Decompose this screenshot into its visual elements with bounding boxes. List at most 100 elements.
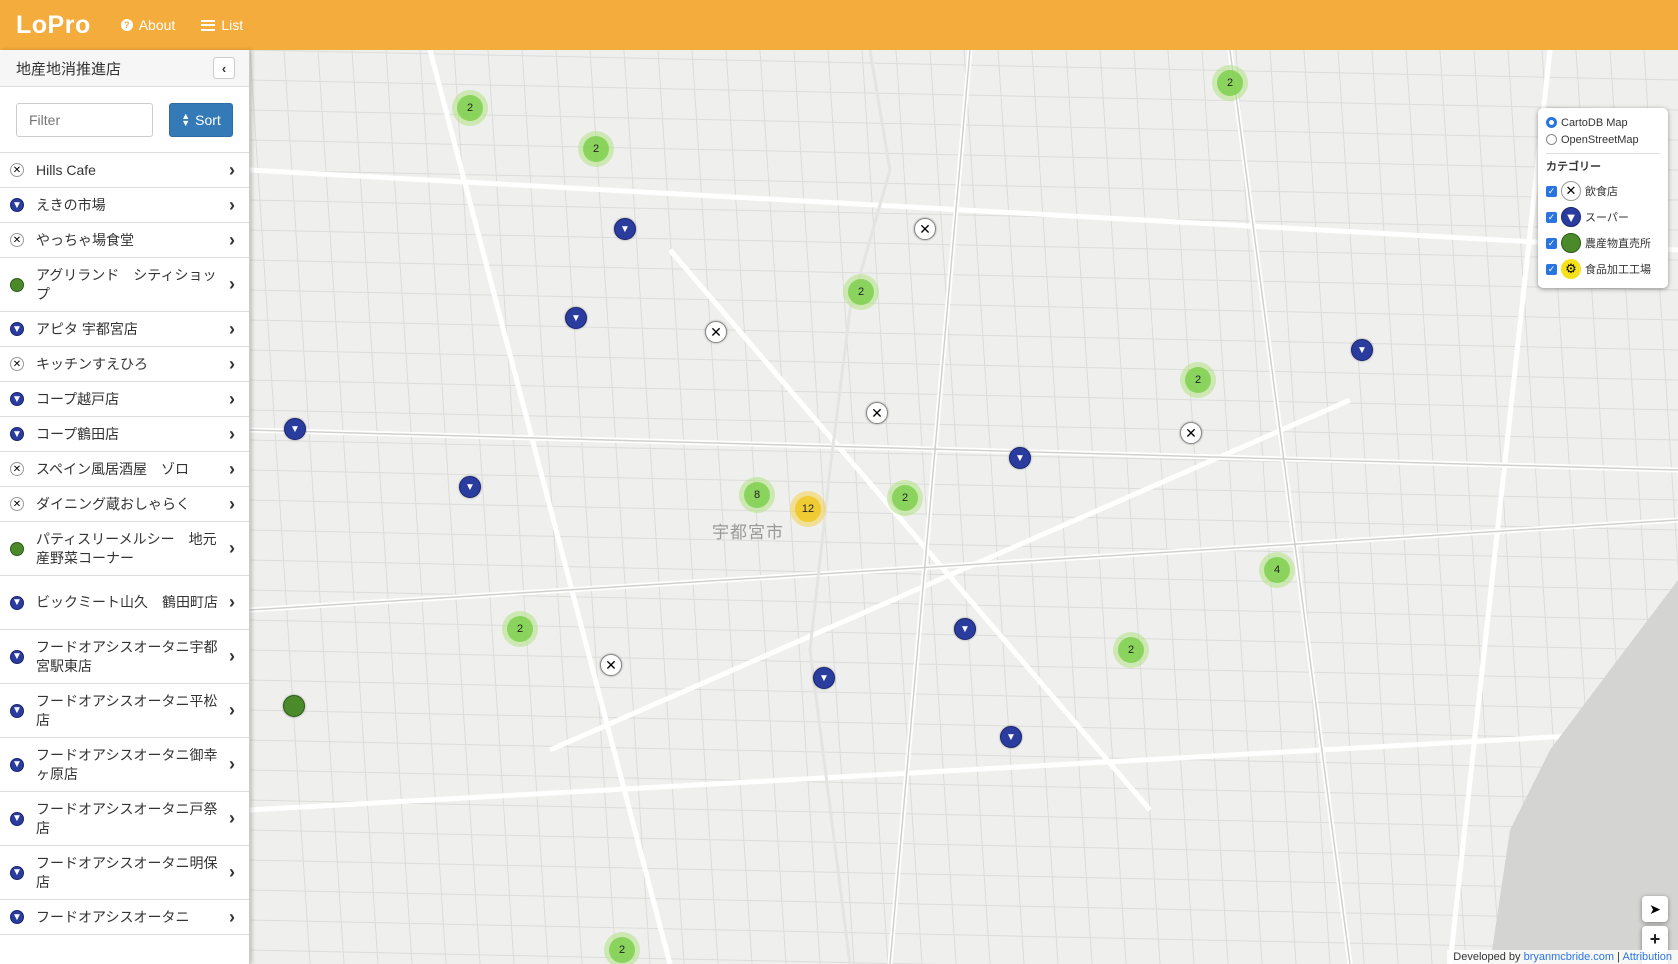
marker-cluster[interactable]: 2 bbox=[843, 274, 879, 310]
list-item-label: フードオアシスオータニ宇都宮駅東店 bbox=[36, 638, 218, 674]
marker-cluster[interactable]: 2 bbox=[452, 90, 488, 126]
list-item[interactable]: ▼ アピタ 宇都宮店 › bbox=[0, 312, 249, 347]
restaurant-marker-icon[interactable]: ✕ bbox=[866, 402, 888, 424]
list-item[interactable]: アグリランド シティショップ › bbox=[0, 258, 249, 312]
list-item[interactable]: ▼ コープ越戸店 › bbox=[0, 382, 249, 417]
category-restaurant[interactable]: ✓ ✕ 飲食店 bbox=[1546, 178, 1660, 204]
marker-cluster[interactable]: 2 bbox=[1113, 632, 1149, 668]
restaurant-marker-icon[interactable]: ✕ bbox=[705, 321, 727, 343]
question-circle-icon: ? bbox=[120, 19, 133, 31]
list-item[interactable]: ✕ スペイン風居酒屋 ゾロ › bbox=[0, 452, 249, 487]
attribution-separator: | bbox=[1617, 951, 1621, 963]
list-item[interactable]: ▼ ビックミート山久 鶴田町店 › bbox=[0, 576, 249, 630]
list-item[interactable]: ✕ やっちゃ場食堂 › bbox=[0, 223, 249, 258]
farm-stand-marker-icon[interactable] bbox=[283, 695, 305, 717]
chevron-right-icon: › bbox=[229, 808, 235, 828]
marker-cluster[interactable]: 2 bbox=[1212, 65, 1248, 101]
zoom-in-button[interactable]: + bbox=[1642, 926, 1668, 952]
collapse-sidebar-button[interactable]: ‹ bbox=[213, 57, 235, 79]
restaurant-icon: ✕ bbox=[1561, 181, 1581, 201]
supermarket-icon: ▼ bbox=[10, 649, 24, 664]
list-item[interactable]: ✕ ダイニング蔵おしゃらく › bbox=[0, 487, 249, 522]
list-item[interactable]: ▼ えきの市場 › bbox=[0, 188, 249, 223]
list-item-label: アピタ 宇都宮店 bbox=[36, 320, 138, 337]
restaurant-icon: ✕ bbox=[10, 233, 24, 247]
radio-icon bbox=[1546, 134, 1557, 145]
marker-cluster[interactable]: 2 bbox=[578, 131, 614, 167]
base-layer-label: OpenStreetMap bbox=[1561, 133, 1639, 146]
marker-cluster[interactable]: 4 bbox=[1259, 552, 1295, 588]
supermarket-marker-icon[interactable]: ▼ bbox=[284, 418, 306, 440]
supermarket-marker-icon[interactable]: ▼ bbox=[1000, 726, 1022, 748]
checkbox-checked-icon: ✓ bbox=[1546, 237, 1557, 249]
supermarket-icon: ▼ bbox=[10, 703, 24, 718]
list-item[interactable]: ▼ フードオアシスオータニ › bbox=[0, 900, 249, 935]
supermarket-marker-icon[interactable]: ▼ bbox=[565, 307, 587, 329]
marker-cluster[interactable]: 8 bbox=[739, 477, 775, 513]
base-layer-cartodb[interactable]: CartoDB Map bbox=[1546, 114, 1660, 131]
attribution-prefix: Developed by bbox=[1453, 951, 1521, 963]
cluster-count: 12 bbox=[795, 496, 821, 522]
supermarket-marker-icon[interactable]: ▼ bbox=[1351, 339, 1373, 361]
chevron-right-icon: › bbox=[229, 458, 235, 479]
restaurant-marker-icon[interactable]: ✕ bbox=[914, 218, 936, 240]
supermarket-icon: ▼ bbox=[10, 392, 24, 406]
supermarket-icon: ▼ bbox=[10, 198, 24, 212]
chevron-right-icon: › bbox=[229, 423, 235, 444]
list-item-label: パティスリーメルシー 地元産野菜コーナー bbox=[36, 530, 217, 566]
cluster-count: 2 bbox=[507, 616, 533, 642]
checkbox-checked-icon: ✓ bbox=[1546, 263, 1557, 275]
category-label: 食品加工工場 bbox=[1585, 264, 1651, 276]
list-item[interactable]: ▼ フードオアシスオータニ御幸ヶ原店 › bbox=[0, 738, 249, 792]
marker-cluster[interactable]: 2 bbox=[502, 611, 538, 647]
layer-control: CartoDB Map OpenStreetMap カテゴリー ✓ ✕ 飲食店 ✓ ▼… bbox=[1538, 108, 1668, 288]
navbar: LoPro ? About List bbox=[0, 0, 1678, 50]
category-factory[interactable]: ✓ ⚙ 食品加工工場 bbox=[1546, 256, 1660, 282]
divider bbox=[1546, 153, 1660, 154]
chevron-right-icon: › bbox=[229, 754, 235, 774]
list-item[interactable]: ✕ キッチンすえひろ › bbox=[0, 347, 249, 382]
list-link[interactable]: List bbox=[201, 17, 243, 33]
about-link[interactable]: ? About bbox=[120, 17, 176, 33]
supermarket-marker-icon[interactable]: ▼ bbox=[459, 476, 481, 498]
chevron-right-icon: › bbox=[229, 229, 235, 250]
sort-button[interactable]: ▲ ▼ Sort bbox=[169, 102, 233, 137]
list-item[interactable]: ▼ フードオアシスオータニ明保店 › bbox=[0, 846, 249, 900]
restaurant-marker-icon[interactable]: ✕ bbox=[1180, 422, 1202, 444]
supermarket-marker-icon[interactable]: ▼ bbox=[614, 218, 636, 240]
list-item-label: スペイン風居酒屋 ゾロ bbox=[36, 460, 190, 477]
cluster-count: 2 bbox=[457, 95, 483, 121]
filter-input[interactable] bbox=[16, 102, 153, 137]
marker-cluster[interactable]: 2 bbox=[887, 480, 923, 516]
map[interactable]: 宇都宮市 2 2 2 2 2 8 12 2 4 2 2 2 ▼ ▼ ▼ ▼ ▼ … bbox=[250, 50, 1678, 964]
supermarket-marker-icon[interactable]: ▼ bbox=[813, 667, 835, 689]
list-item[interactable]: ▼ フードオアシスオータニ宇都宮駅東店 › bbox=[0, 630, 249, 684]
marker-cluster[interactable]: 2 bbox=[1180, 362, 1216, 398]
sidebar-title: 地産地消推進店 bbox=[16, 60, 122, 78]
category-supermarket[interactable]: ✓ ▼ スーパー bbox=[1546, 204, 1660, 230]
marker-cluster[interactable]: 12 bbox=[790, 491, 826, 527]
category-farm-stand[interactable]: ✓ 農産物直売所 bbox=[1546, 230, 1660, 256]
list-item[interactable]: パティスリーメルシー 地元産野菜コーナー › bbox=[0, 522, 249, 576]
about-label: About bbox=[138, 17, 176, 33]
supermarket-icon: ▼ bbox=[10, 811, 24, 826]
list-item-label: えきの市場 bbox=[36, 196, 106, 213]
location-arrow-icon[interactable]: ➤ bbox=[1642, 896, 1668, 922]
restaurant-marker-icon[interactable]: ✕ bbox=[600, 654, 622, 676]
brand-logo[interactable]: LoPro bbox=[0, 11, 91, 40]
sidebar-header: 地産地消推進店 ‹ bbox=[0, 50, 249, 87]
list-item[interactable]: ▼ フードオアシスオータニ平松店 › bbox=[0, 684, 249, 738]
base-layer-osm[interactable]: OpenStreetMap bbox=[1546, 131, 1660, 148]
list-item[interactable]: ▼ フードオアシスオータニ戸祭店 › bbox=[0, 792, 249, 846]
marker-cluster[interactable]: 2 bbox=[604, 932, 640, 964]
chevron-right-icon: › bbox=[229, 493, 235, 514]
author-link[interactable]: bryanmcbride.com bbox=[1524, 951, 1614, 963]
attribution-link[interactable]: Attribution bbox=[1622, 951, 1672, 963]
list-item[interactable]: ▼ コープ鶴田店 › bbox=[0, 417, 249, 452]
list-item[interactable]: ✕ Hills Cafe › bbox=[0, 153, 249, 188]
supermarket-icon: ▼ bbox=[10, 427, 24, 441]
supermarket-marker-icon[interactable]: ▼ bbox=[954, 618, 976, 640]
supermarket-marker-icon[interactable]: ▼ bbox=[1009, 447, 1031, 469]
list-item-label: コープ鶴田店 bbox=[36, 425, 120, 442]
chevron-right-icon: › bbox=[229, 592, 235, 612]
